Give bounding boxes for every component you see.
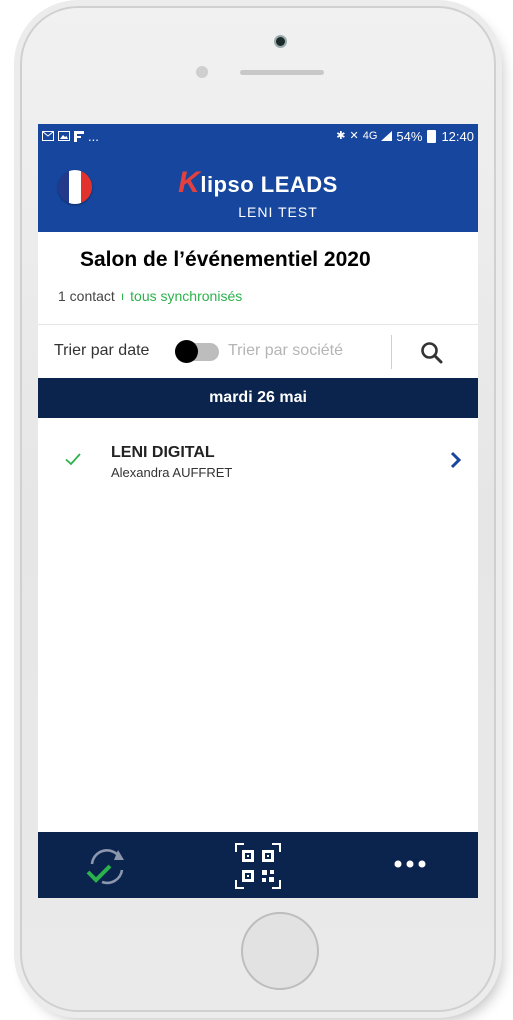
mail-icon	[42, 131, 54, 141]
battery-percent: 54%	[396, 128, 423, 144]
bluetooth-icon: ✱	[336, 129, 346, 142]
status-bar: ... ✱ ✕ 4G 54% 12:40	[38, 124, 478, 148]
sort-bar: Trier par date Trier par société	[38, 324, 478, 379]
image-icon	[58, 131, 70, 141]
app-screen: ... ✱ ✕ 4G 54% 12:40 Klipso LEADS LENI T…	[38, 124, 478, 898]
search-icon[interactable]	[418, 339, 446, 367]
event-stats: 1 contact ı tous synchronisés	[58, 288, 242, 304]
signal-icon	[381, 131, 393, 141]
sync-status: tous synchronisés	[130, 288, 243, 304]
chevron-right-icon[interactable]	[448, 450, 464, 470]
status-ellipsis: ...	[88, 128, 99, 144]
france-flag-icon[interactable]	[58, 170, 92, 204]
qr-code-icon[interactable]	[234, 842, 282, 890]
more-icon[interactable]	[390, 852, 430, 876]
network-type: 4G	[362, 129, 378, 142]
toggle-knob	[175, 340, 198, 363]
app-logo: Klipso LEADS	[168, 166, 348, 200]
event-title: Salon de l’événementiel 2020	[80, 248, 371, 271]
mute-icon: ✕	[349, 129, 359, 142]
account-name: LENI TEST	[238, 204, 318, 220]
contact-name: Alexandra AUFFRET	[111, 465, 233, 480]
bottom-nav	[38, 832, 478, 898]
date-group-header: mardi 26 mai	[38, 378, 478, 418]
clock: 12:40	[441, 128, 474, 144]
logo-text: lipso LEADS	[200, 172, 338, 197]
stats-separator: ı	[120, 289, 125, 303]
sort-by-date-label[interactable]: Trier par date	[54, 342, 149, 360]
home-button[interactable]	[241, 912, 319, 990]
logo-k: K	[178, 166, 201, 199]
sort-by-company-label[interactable]: Trier par société	[228, 342, 343, 360]
speaker-grille	[240, 70, 324, 75]
contact-company: LENI DIGITAL	[111, 444, 215, 461]
battery-icon	[427, 129, 437, 143]
contact-row[interactable]: LENI DIGITAL Alexandra AUFFRET	[38, 434, 478, 494]
sensor-icon	[196, 66, 208, 78]
camera-icon	[274, 35, 287, 48]
sort-toggle[interactable]	[175, 340, 219, 363]
sort-divider	[391, 335, 392, 369]
app-header: Klipso LEADS LENI TEST	[38, 148, 478, 232]
notification-icon	[74, 130, 84, 142]
contacts-count: 1 contact	[58, 288, 115, 304]
sync-icon[interactable]	[82, 844, 130, 888]
check-icon	[65, 453, 81, 466]
